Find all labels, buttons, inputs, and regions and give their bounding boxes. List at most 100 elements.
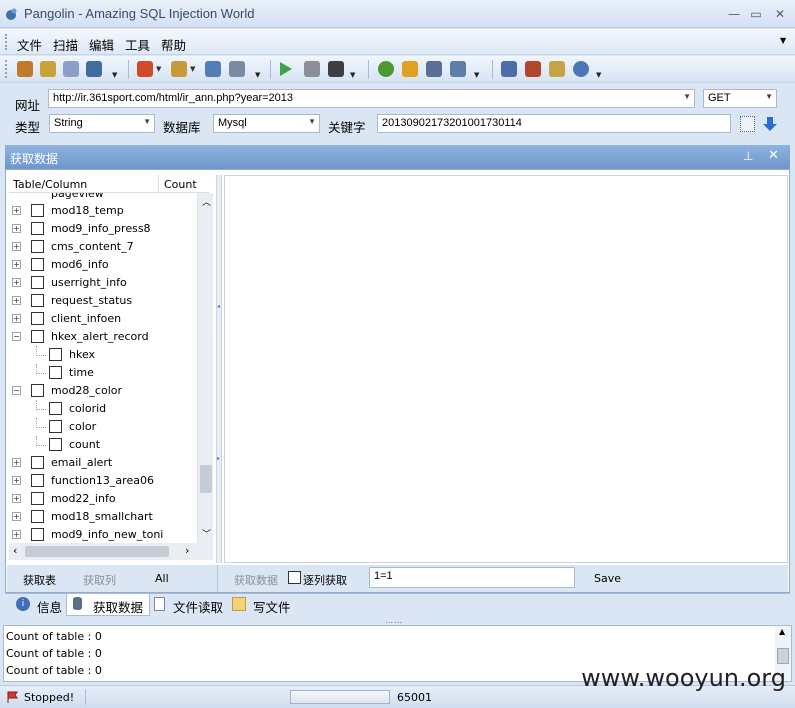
stop-icon[interactable] bbox=[328, 61, 344, 77]
tree-row-table[interactable]: + mod18_smallchart bbox=[9, 508, 197, 526]
url-input[interactable]: http://ir.361sport.com/html/ir_ann.php?y… bbox=[48, 89, 695, 108]
tree-row-checkbox[interactable] bbox=[31, 456, 44, 469]
tree-row-table[interactable]: + mod9_info_press8 bbox=[9, 220, 197, 238]
tree-row-checkbox[interactable] bbox=[49, 438, 62, 451]
tab-get-data[interactable]: 获取数据 bbox=[66, 594, 150, 616]
tree-row-checkbox[interactable] bbox=[31, 312, 44, 325]
chevron-down-icon[interactable]: ▼ bbox=[308, 117, 316, 126]
condition-input[interactable]: 1=1 bbox=[369, 567, 575, 588]
expand-icon[interactable]: + bbox=[12, 242, 21, 251]
scroll-up-icon[interactable]: ︿ bbox=[202, 195, 211, 208]
tree-row-table[interactable]: − hkex_alert_record bbox=[9, 328, 197, 346]
toolbar-overflow-icon[interactable]: ▼ bbox=[255, 71, 263, 79]
magnifier-icon[interactable] bbox=[450, 61, 466, 77]
tree-row-checkbox[interactable] bbox=[31, 222, 44, 235]
get-tables-button[interactable]: 获取表 bbox=[23, 572, 56, 588]
key-icon[interactable] bbox=[402, 61, 418, 77]
collapse-icon[interactable]: − bbox=[12, 332, 21, 341]
tree-row-table[interactable]: + mod22_info bbox=[9, 490, 197, 508]
expand-icon[interactable]: + bbox=[12, 278, 21, 287]
tab-file-read[interactable]: 文件读取 bbox=[151, 594, 227, 616]
tree-row-checkbox[interactable] bbox=[49, 366, 62, 379]
save-button[interactable]: Save bbox=[594, 572, 621, 585]
log-scroll-thumb[interactable] bbox=[777, 648, 789, 664]
tree-row-table[interactable]: − mod28_color bbox=[9, 382, 197, 400]
tree-row-table[interactable]: + mod6_info bbox=[9, 256, 197, 274]
menu-scan[interactable]: 扫描 bbox=[53, 35, 78, 54]
expand-icon[interactable]: + bbox=[12, 494, 21, 503]
chevron-down-icon[interactable]: ▼ bbox=[190, 66, 196, 73]
tree-row-checkbox[interactable] bbox=[31, 240, 44, 253]
tree-row-table[interactable]: + cms_content_7 bbox=[9, 238, 197, 256]
close-panel-icon[interactable]: ✕ bbox=[768, 148, 779, 163]
tree-row-checkbox[interactable] bbox=[31, 384, 44, 397]
splitter-left-arrow-icon[interactable]: ◂ bbox=[217, 303, 220, 310]
tree-row-column[interactable]: hkex bbox=[9, 346, 197, 364]
tree-row-checkbox[interactable] bbox=[31, 510, 44, 523]
scroll-up-icon[interactable]: ▲ bbox=[779, 627, 785, 636]
users-icon[interactable] bbox=[426, 61, 442, 77]
tree-row-checkbox[interactable] bbox=[31, 276, 44, 289]
maximize-icon[interactable]: ▭ bbox=[746, 4, 766, 24]
toolbar-overflow-icon[interactable]: ▼ bbox=[112, 71, 120, 79]
tree-row-checkbox[interactable] bbox=[49, 420, 62, 433]
chevron-down-icon[interactable]: ▼ bbox=[683, 92, 691, 101]
tree-row-checkbox[interactable] bbox=[49, 402, 62, 415]
column-by-column-checkbox[interactable] bbox=[288, 571, 301, 584]
tree-vertical-scrollbar[interactable]: ︿ ﹀ bbox=[197, 193, 213, 543]
close-icon[interactable]: ✕ bbox=[770, 4, 790, 24]
expand-icon[interactable]: + bbox=[12, 530, 21, 539]
data-view[interactable] bbox=[224, 175, 788, 563]
get-columns-button[interactable]: 获取列 bbox=[83, 572, 116, 588]
info-icon[interactable] bbox=[573, 61, 589, 77]
table-tree[interactable]: pageview + mod18_temp + mod9_info_press8 + cm… bbox=[9, 193, 197, 543]
scroll-right-icon[interactable]: › bbox=[185, 544, 189, 557]
download-arrow-icon[interactable] bbox=[762, 116, 778, 132]
chevron-down-icon[interactable]: ▼ bbox=[765, 92, 773, 101]
collapse-icon[interactable]: − bbox=[12, 386, 21, 395]
tree-header-name[interactable]: Table/Column bbox=[13, 178, 87, 191]
tree-row-checkbox[interactable] bbox=[31, 528, 44, 541]
chevron-down-icon[interactable]: ▼ bbox=[156, 66, 162, 73]
tree-row-table[interactable]: + mod9_info_new_toni bbox=[9, 526, 197, 543]
panel-splitter[interactable]: ◂ ▸ bbox=[216, 175, 222, 563]
package-icon[interactable] bbox=[549, 61, 565, 77]
scroll-left-icon[interactable]: ‹ bbox=[13, 544, 17, 557]
hscroll-thumb[interactable] bbox=[25, 546, 169, 557]
keyword-input[interactable]: 20130902173201001730114 bbox=[377, 114, 731, 133]
tree-row-table[interactable]: + function13_area06 bbox=[9, 472, 197, 490]
menu-tools[interactable]: 工具 bbox=[125, 35, 150, 54]
tab-write-file[interactable]: 写文件 bbox=[229, 594, 295, 616]
type-select[interactable]: String ▼ bbox=[49, 114, 155, 133]
tree-row-table[interactable]: + request_status bbox=[9, 292, 197, 310]
get-data-button[interactable]: 获取数据 bbox=[234, 572, 278, 588]
wrench-icon[interactable] bbox=[205, 61, 221, 77]
help-icon[interactable] bbox=[378, 61, 394, 77]
chevron-down-icon[interactable]: ▼ bbox=[143, 117, 151, 126]
grid-options-icon[interactable] bbox=[740, 116, 755, 132]
database-select[interactable]: Mysql ▼ bbox=[213, 114, 320, 133]
tree-row-table[interactable]: + email_alert bbox=[9, 454, 197, 472]
toolbar-overflow-icon[interactable]: ▼ bbox=[350, 71, 358, 79]
expand-icon[interactable]: + bbox=[12, 296, 21, 305]
save-icon[interactable] bbox=[86, 61, 102, 77]
scroll-thumb[interactable] bbox=[200, 465, 212, 493]
tree-row-checkbox[interactable] bbox=[31, 474, 44, 487]
tree-row-checkbox[interactable] bbox=[31, 258, 44, 271]
tree-row-checkbox[interactable] bbox=[31, 330, 44, 343]
search-icon[interactable] bbox=[17, 61, 33, 77]
tree-row-checkbox[interactable] bbox=[31, 204, 44, 217]
expand-icon[interactable]: + bbox=[12, 458, 21, 467]
bug-icon[interactable] bbox=[525, 61, 541, 77]
tree-row-column[interactable]: count bbox=[9, 436, 197, 454]
expand-icon[interactable]: + bbox=[12, 206, 21, 215]
expand-icon[interactable]: + bbox=[12, 260, 21, 269]
tree-row-table[interactable]: + client_infoen bbox=[9, 310, 197, 328]
database-icon[interactable] bbox=[229, 61, 245, 77]
expand-icon[interactable]: + bbox=[12, 512, 21, 521]
tab-info[interactable]: i 信息 bbox=[13, 594, 65, 616]
menu-edit[interactable]: 编辑 bbox=[89, 35, 114, 54]
tree-row-checkbox[interactable] bbox=[49, 348, 62, 361]
menu-file[interactable]: 文件 bbox=[17, 35, 42, 54]
tree-header-count[interactable]: Count bbox=[164, 178, 197, 191]
